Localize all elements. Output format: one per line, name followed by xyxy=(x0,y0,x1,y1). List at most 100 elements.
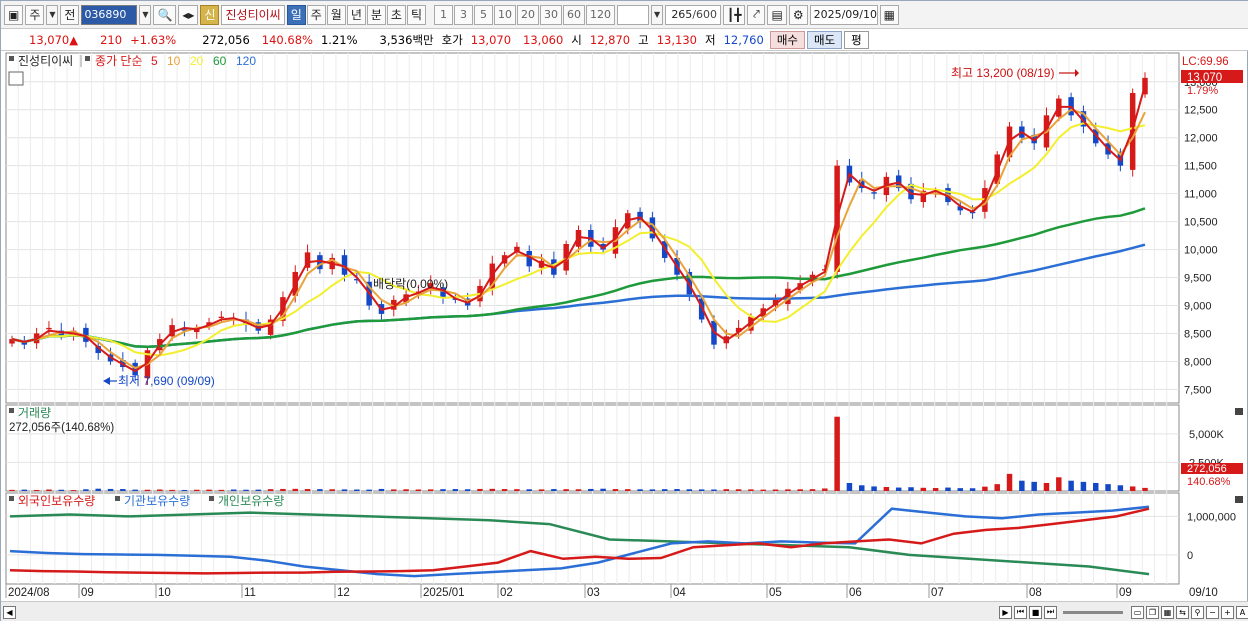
draw-tool-icon[interactable]: ⤤ xyxy=(747,4,766,25)
interval-button-20[interactable]: 20 xyxy=(517,4,540,25)
volume-bar xyxy=(871,486,877,491)
holdings-legend-0: 외국인보유수량 xyxy=(18,494,95,508)
volume-bar xyxy=(1080,481,1087,491)
avg-button[interactable]: 평 xyxy=(844,30,869,49)
table-toggle-icon[interactable] xyxy=(8,71,24,86)
search-icon[interactable]: 🔍 xyxy=(153,4,177,25)
interval-button-30[interactable]: 30 xyxy=(540,4,563,25)
credit-badge[interactable]: 신 xyxy=(200,4,220,25)
panel-close-icon[interactable] xyxy=(1235,408,1243,415)
volume-bar xyxy=(945,487,951,491)
count-display[interactable]: 265/600 xyxy=(665,4,722,25)
market-dropdown-icon[interactable]: ▼ xyxy=(46,4,59,25)
price-y-tick: 12,500 xyxy=(1184,105,1218,117)
save-icon[interactable]: ▤ xyxy=(767,4,787,25)
volume-bar xyxy=(218,489,225,491)
open-price: 12,870 xyxy=(589,32,631,47)
x-axis-label: 03 xyxy=(587,587,600,599)
last-page-icon[interactable]: ⏭ xyxy=(1044,605,1057,619)
interval-button-120[interactable]: 120 xyxy=(586,4,616,25)
volume-bar xyxy=(760,489,766,491)
window-menu-icon[interactable]: ▣ xyxy=(4,4,24,25)
volume-bar xyxy=(575,489,582,491)
volume-bar xyxy=(723,489,730,491)
price-y-tick: 8,500 xyxy=(1184,328,1212,340)
volume-bar xyxy=(1006,473,1013,491)
speaker-icon[interactable]: ◂▸ xyxy=(178,4,199,25)
font-size-icon[interactable]: A xyxy=(1236,605,1248,619)
stock-code-input[interactable]: 036890 xyxy=(81,4,138,25)
bottom-scrollbar[interactable]: ◀ ▶ ⏮ ■ ⏭ ▭ ❐ ▦ ⇆ ⚲ − + A xyxy=(1,601,1248,621)
price-y-tick: 8,000 xyxy=(1184,356,1212,368)
volume-panel-title: 거래량 xyxy=(18,406,51,420)
volume-bar xyxy=(292,488,298,491)
volume-bar xyxy=(686,489,693,491)
interval-dropdown-icon[interactable]: ▼ xyxy=(651,4,664,25)
low-price: 12,760 xyxy=(723,32,764,47)
candle-type-icon[interactable]: ┃╋ xyxy=(723,4,746,25)
period-button-1[interactable]: 주 xyxy=(306,4,326,25)
period-button-0[interactable]: 일 xyxy=(286,4,306,25)
stop-icon[interactable]: ■ xyxy=(1029,605,1042,619)
panel-handle-icon xyxy=(115,496,120,501)
x-axis-label: 09 xyxy=(1119,587,1132,599)
volume-bar xyxy=(785,489,791,491)
volume-bar xyxy=(46,489,52,491)
sell-button[interactable]: 매도 xyxy=(806,30,843,49)
zoom-slider[interactable] xyxy=(1063,610,1123,614)
panel-close-icon[interactable] xyxy=(1235,496,1243,503)
period-button-5[interactable]: 초 xyxy=(386,4,406,25)
interval-button-10[interactable]: 10 xyxy=(494,4,517,25)
buy-button[interactable]: 매수 xyxy=(769,30,805,49)
holdings-y-tick: 1,000,000 xyxy=(1187,511,1236,523)
market-select[interactable]: 주 xyxy=(25,4,45,25)
panel-handle-icon xyxy=(9,496,14,501)
volume-bar xyxy=(230,489,237,491)
current-pct-label: 1.79% xyxy=(1187,85,1218,97)
x-axis-label: 11 xyxy=(244,587,256,599)
volume-tag-pct: 140.68% xyxy=(1187,476,1231,488)
first-page-icon[interactable]: ⏮ xyxy=(1014,605,1027,619)
volume-bar xyxy=(477,488,483,491)
interval-button-5[interactable]: 5 xyxy=(474,4,494,25)
interval-input[interactable] xyxy=(617,4,650,25)
prefix-button[interactable]: 전 xyxy=(60,4,80,25)
x-axis-label: 09 xyxy=(81,587,94,599)
copy-icon[interactable]: ❐ xyxy=(1146,605,1159,619)
search-zoom-icon[interactable]: ⚲ xyxy=(1191,605,1204,619)
price-y-tick: 7,500 xyxy=(1184,384,1212,396)
period-button-3[interactable]: 년 xyxy=(346,4,366,25)
interval-button-60[interactable]: 60 xyxy=(563,4,586,25)
period-button-2[interactable]: 월 xyxy=(326,4,346,25)
volume-value: 272,056 xyxy=(202,32,250,47)
interval-button-group: 1 3 5 10 20 30 60 120 xyxy=(434,4,616,25)
calendar-icon[interactable]: ▦ xyxy=(879,4,899,25)
layout-icon[interactable]: ▭ xyxy=(1131,605,1144,619)
low-label: 저 xyxy=(704,32,716,47)
ma-period-label: 20 xyxy=(190,54,204,68)
scroll-right-icon[interactable]: ▶ xyxy=(999,605,1012,619)
chart-area[interactable]: 13,00012,50012,00011,50011,00010,50010,0… xyxy=(1,51,1248,601)
x-axis-label: 2024/08 xyxy=(8,587,50,599)
volume-bar xyxy=(969,488,976,491)
tile-icon[interactable]: ▦ xyxy=(1161,605,1174,619)
zoom-out-icon[interactable]: − xyxy=(1206,605,1219,619)
code-dropdown-icon[interactable]: ▼ xyxy=(139,4,152,25)
volume-bar xyxy=(822,488,828,491)
high-annotation: 최고 13,200 (08/19) xyxy=(951,66,1054,80)
zoom-in-icon[interactable]: + xyxy=(1221,605,1234,619)
interval-button-1[interactable]: 1 xyxy=(434,4,454,25)
period-button-4[interactable]: 분 xyxy=(366,4,386,25)
ask-label: 호가 xyxy=(441,32,463,47)
scroll-left-icon[interactable]: ◀ xyxy=(3,605,16,619)
volume-bar xyxy=(83,489,89,491)
interval-button-3[interactable]: 3 xyxy=(454,4,474,25)
date-input[interactable]: 2025/09/10 xyxy=(809,4,878,25)
volume-bar xyxy=(391,489,397,491)
volume-bar xyxy=(206,489,212,491)
settings-gear-icon[interactable]: ⚙ xyxy=(788,4,808,25)
period-button-6[interactable]: 틱 xyxy=(406,4,427,25)
volume-bar xyxy=(95,488,101,491)
compare-icon[interactable]: ⇆ xyxy=(1176,605,1189,619)
volume-bar xyxy=(735,489,742,491)
